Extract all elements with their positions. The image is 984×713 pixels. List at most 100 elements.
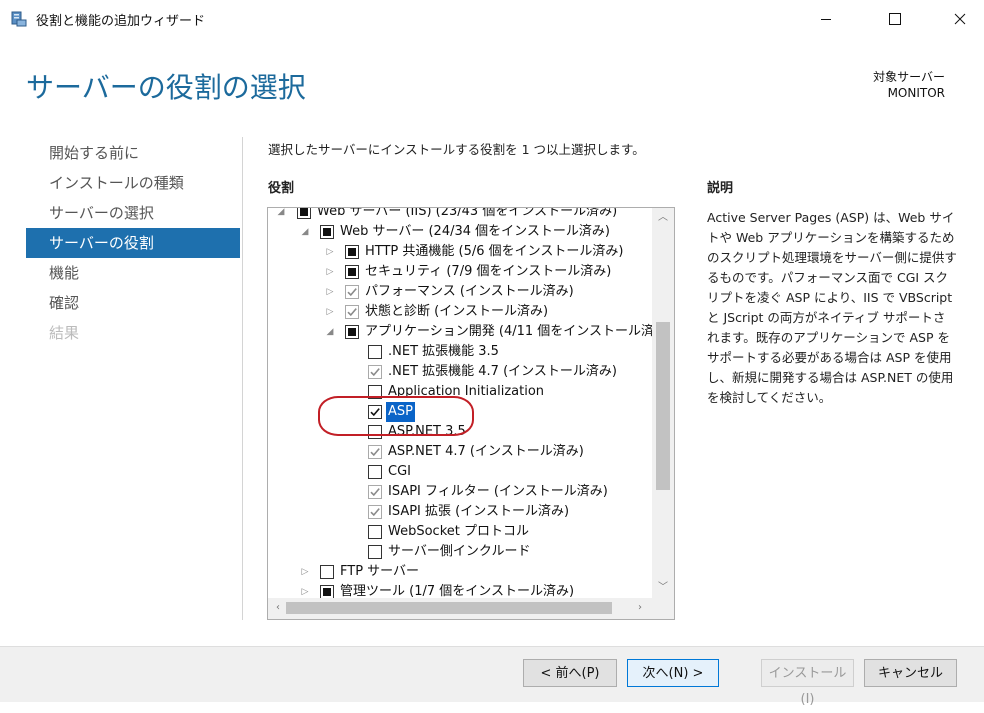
tree-row-label: ISAPI 拡張 (インストール済み) [388,504,570,519]
tree-row-label: サーバー側インクルード [388,544,531,559]
expanded-arrow-icon[interactable]: ◢ [276,208,286,222]
checkbox[interactable] [320,565,334,579]
checkbox[interactable] [368,385,382,399]
tree-row-label: ASP.NET 4.7 (インストール済み) [388,444,584,459]
checkbox[interactable] [368,465,382,479]
tree-row-label: FTP サーバー [340,564,420,579]
checkbox[interactable] [368,365,382,379]
tree-row[interactable]: ISAPI フィルター (インストール済み) [268,482,652,502]
install-button[interactable]: インストール(I) [761,659,854,707]
checkbox[interactable] [320,585,334,599]
tree-row[interactable]: ▷ 状態と診断 (インストール済み) [268,302,652,322]
instruction-text: 選択したサーバーにインストールする役割を 1 つ以上選択します。 [268,142,645,157]
collapsed-arrow-icon[interactable]: ▷ [325,262,335,282]
collapsed-arrow-icon[interactable]: ▷ [300,562,310,582]
tree-row-label: HTTP 共通機能 (5/6 個をインストール済み) [365,244,624,259]
next-button[interactable]: 次へ(N) > [627,659,719,687]
checkbox[interactable] [368,445,382,459]
tree-row[interactable]: ASP.NET 4.7 (インストール済み) [268,442,652,462]
close-button[interactable] [937,0,983,38]
title-bar: 役割と機能の追加ウィザード [0,0,984,38]
checkbox[interactable] [345,305,359,319]
tree-row-label: セキュリティ (7/9 個をインストール済み) [365,264,612,279]
checkbox[interactable] [368,425,382,439]
tree-row-label: ISAPI フィルター (インストール済み) [388,484,608,499]
previous-button[interactable]: < 前へ(P) [523,659,617,687]
tree-row[interactable]: .NET 拡張機能 3.5 [268,342,652,362]
checkbox[interactable] [345,265,359,279]
nav-divider [242,137,243,620]
expanded-arrow-icon[interactable]: ◢ [300,222,310,242]
tree-row[interactable]: ASP [268,402,652,422]
horizontal-scroll-thumb[interactable] [286,602,612,614]
scroll-left-icon[interactable]: ‹ [270,600,286,616]
tree-row[interactable]: ◢ Web サーバー (24/34 個をインストール済み) [268,222,652,242]
tree-row[interactable]: ◢ アプリケーション開発 (4/11 個をインストール済み) [268,322,672,342]
close-icon [954,13,966,25]
roles-heading: 役割 [268,181,295,196]
tree-row-label: .NET 拡張機能 3.5 [388,344,499,359]
scroll-down-icon[interactable]: ﹀ [655,580,671,596]
minimize-icon [821,19,831,20]
page-title: サーバーの役割の選択 [26,71,306,104]
tree-row[interactable]: ASP.NET 3.5 [268,422,652,442]
server-manager-icon [11,11,27,27]
tree-row-label: ASP [386,402,415,422]
maximize-button[interactable] [872,0,918,38]
tree-row[interactable]: CGI [268,462,652,482]
tree-row[interactable]: ▷ HTTP 共通機能 (5/6 個をインストール済み) [268,242,652,262]
checkbox[interactable] [368,345,382,359]
nav-item-6: 結果 [49,324,80,342]
tree-row-label: ASP.NET 3.5 [388,424,466,439]
checkbox[interactable] [345,285,359,299]
tree-row[interactable]: Application Initialization [268,382,652,402]
tree-row-label: Web サーバー (24/34 個をインストール済み) [340,224,610,239]
checkbox[interactable] [345,325,359,339]
checkbox[interactable] [368,525,382,539]
expanded-arrow-icon[interactable]: ◢ [325,322,335,342]
tree-row-label: アプリケーション開発 (4/11 個をインストール済み) [365,324,673,339]
tree-row-label: パフォーマンス (インストール済み) [365,284,574,299]
tree-row-label: CGI [388,464,411,479]
vertical-scroll-thumb[interactable] [656,322,670,490]
nav-item-2[interactable]: サーバーの選択 [26,198,240,228]
tree-row[interactable]: ▷ セキュリティ (7/9 個をインストール済み) [268,262,652,282]
nav-item-1[interactable]: インストールの種類 [26,168,240,198]
maximize-icon [889,13,901,25]
checkbox[interactable] [297,208,311,219]
tree-row[interactable]: サーバー側インクルード [268,542,652,562]
tree-row[interactable]: ▷ パフォーマンス (インストール済み) [268,282,652,302]
target-server-name: MONITOR [887,86,945,100]
scroll-up-icon[interactable]: ︿ [655,210,671,226]
checkbox[interactable] [368,545,382,559]
checkbox[interactable] [345,245,359,259]
scroll-right-icon[interactable]: › [632,600,648,616]
tree-row[interactable]: WebSocket プロトコル [268,522,652,542]
nav-item-5[interactable]: 確認 [26,288,240,318]
tree-row-label: WebSocket プロトコル [388,524,529,539]
description-heading: 説明 [707,181,734,196]
collapsed-arrow-icon[interactable]: ▷ [325,242,335,262]
checkbox[interactable] [320,225,334,239]
checkbox[interactable] [368,485,382,499]
window-title: 役割と機能の追加ウィザード [36,14,206,29]
roles-tree[interactable]: ◢ Web サーバー (IIS) (23/43 個をインストール済み) ◢ Web サ… [267,207,675,620]
tree-row-label: .NET 拡張機能 4.7 (インストール済み) [388,364,617,379]
nav-item-4[interactable]: 機能 [26,258,240,288]
checkbox[interactable] [368,405,382,419]
tree-row[interactable]: ◢ Web サーバー (IIS) (23/43 個をインストール済み) [268,207,652,222]
tree-row[interactable]: ISAPI 拡張 (インストール済み) [268,502,652,522]
nav-item-0[interactable]: 開始する前に [26,138,240,168]
nav-item-3[interactable]: サーバーの役割 [26,228,240,258]
minimize-button[interactable] [803,0,849,38]
tree-row-label: Application Initialization [388,384,545,399]
tree-row[interactable]: ▷ FTP サーバー [268,562,652,582]
collapsed-arrow-icon[interactable]: ▷ [325,282,335,302]
collapsed-arrow-icon[interactable]: ▷ [325,302,335,322]
tree-row[interactable]: .NET 拡張機能 4.7 (インストール済み) [268,362,652,382]
tree-row-label: Web サーバー (IIS) (23/43 個をインストール済み) [317,207,618,219]
description-text: Active Server Pages (ASP) は、Web サイトや Web… [707,210,957,405]
checkbox[interactable] [368,505,382,519]
tree-row-label: 状態と診断 (インストール済み) [365,304,549,319]
cancel-button[interactable]: キャンセル [864,659,957,687]
